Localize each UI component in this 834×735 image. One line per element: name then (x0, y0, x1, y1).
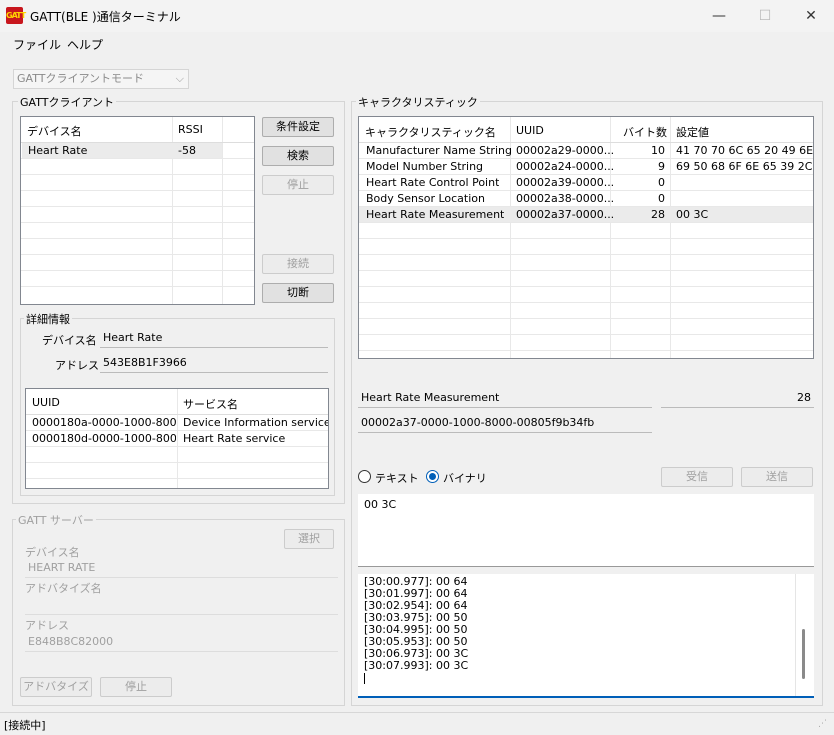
service-list[interactable]: UUID サービス名 0000180a-0000-1000-800... Dev… (25, 388, 329, 489)
server-stop-button[interactable]: 停止 (100, 677, 172, 697)
char-bytes-cell: 0 (658, 192, 665, 205)
char-uuid-cell: 00002a38-0000... (516, 192, 615, 205)
device-name-field[interactable]: Heart Rate (100, 328, 328, 348)
search-button[interactable]: 検索 (262, 146, 334, 166)
text-radio[interactable] (358, 470, 371, 483)
server-address-label: アドレス (25, 619, 69, 632)
char-bytes-cell: 28 (651, 208, 665, 221)
char-uuid-cell: 00002a37-0000... (516, 208, 615, 221)
status-bar: [接続中] ⋰ (0, 712, 834, 735)
service-uuid-cell[interactable]: 0000180a-0000-1000-800... (32, 416, 176, 429)
stop-search-button[interactable]: 停止 (262, 175, 334, 195)
address-field[interactable]: 543E8B1F3966 (100, 353, 328, 373)
char-name-cell: Manufacturer Name String (366, 144, 512, 157)
rssi-header[interactable]: RSSI (178, 123, 203, 136)
char-name-header[interactable]: キャラクタリスティック名 (365, 124, 496, 140)
send-data-text: 00 3C (364, 498, 397, 511)
char-value-cell: 41 70 70 6C 65 20 49 6E 6 (676, 144, 814, 157)
advertise-button[interactable]: アドバタイズ (20, 677, 92, 697)
log-line: [30:04.995]: 00 50 (364, 624, 468, 636)
scrollbar-track (795, 574, 796, 696)
advertise-name-field[interactable] (25, 595, 338, 615)
log-output[interactable]: [30:00.977]: 00 64 [30:01.997]: 00 64 [3… (358, 574, 814, 698)
char-bytes-cell: 0 (658, 176, 665, 189)
char-uuid-cell: 00002a29-0000... (516, 144, 615, 157)
char-name-cell: Body Sensor Location (366, 192, 485, 205)
text-radio-label[interactable]: テキスト (375, 470, 419, 486)
char-value-cell: 00 3C (676, 208, 709, 221)
char-name-cell: Model Number String (366, 160, 484, 173)
char-uuid-cell: 00002a24-0000... (516, 160, 615, 173)
uuid-header[interactable]: UUID (32, 396, 60, 409)
table-row-selected[interactable]: Heart Rate Measurement 00002a37-0000... … (359, 207, 813, 222)
address-label: アドレス (55, 359, 99, 372)
maximize-button[interactable]: ☐ (742, 0, 788, 32)
log-line: [30:01.997]: 00 64 (364, 588, 468, 600)
vertical-scrollbar[interactable] (802, 629, 805, 679)
table-row[interactable]: Heart Rate -58 (22, 143, 222, 158)
characteristic-group-label: キャラクタリスティック (356, 94, 480, 110)
title-bar: GATT GATT(BLE )通信ターミナル — ☐ ✕ (0, 0, 834, 32)
table-row[interactable]: Manufacturer Name String 00002a29-0000..… (359, 143, 814, 158)
selected-char-name-field[interactable]: Heart Rate Measurement (358, 388, 652, 408)
app-icon: GATT (6, 7, 26, 24)
log-line: [30:03.975]: 00 50 (364, 612, 468, 624)
char-value-header[interactable]: 設定値 (676, 124, 709, 140)
characteristic-list[interactable]: キャラクタリスティック名 UUID バイト数 設定値 Manufacturer … (358, 116, 814, 359)
service-name-header[interactable]: サービス名 (183, 396, 238, 412)
table-row[interactable]: Heart Rate Control Point 00002a39-0000..… (359, 175, 813, 190)
device-name-cell: Heart Rate (28, 144, 88, 157)
binary-radio[interactable] (426, 470, 439, 483)
char-bytes-cell: 10 (651, 144, 665, 157)
client-group-label: GATTクライアント (18, 94, 116, 110)
close-button[interactable]: ✕ (788, 0, 834, 32)
service-uuid-cell[interactable]: 0000180d-0000-1000-800... (32, 432, 176, 445)
send-button[interactable]: 送信 (741, 467, 813, 487)
connect-button[interactable]: 接続 (262, 254, 334, 274)
log-line: [30:07.993]: 00 3C (364, 660, 469, 672)
text-cursor (364, 673, 365, 684)
char-bytes-cell: 9 (658, 160, 665, 173)
server-group-label: GATT サーバー (16, 512, 96, 528)
char-value-cell: 69 50 68 6F 6E 65 39 2C 3 (676, 160, 814, 173)
table-row[interactable]: Body Sensor Location 00002a38-0000... 0 (359, 191, 813, 206)
server-device-name-field[interactable]: HEART RATE (25, 558, 338, 578)
device-name-label: デバイス名 (42, 334, 97, 347)
details-group-label: 詳細情報 (24, 311, 72, 327)
status-text: [接続中] (4, 719, 46, 732)
settings-button[interactable]: 条件設定 (262, 117, 334, 137)
send-data-input[interactable]: 00 3C (358, 494, 814, 567)
menu-file[interactable]: ファイル (13, 36, 61, 53)
advertise-name-label: アドバタイズ名 (25, 582, 102, 595)
menu-help[interactable]: ヘルプ (67, 36, 103, 53)
char-uuid-header[interactable]: UUID (516, 124, 544, 137)
service-name-cell[interactable]: Heart Rate service (183, 432, 285, 445)
table-row[interactable]: Model Number String 00002a24-0000... 9 6… (359, 159, 814, 174)
mode-select: GATTクライアントモード ⌵ (13, 69, 189, 89)
binary-radio-label[interactable]: バイナリ (443, 470, 487, 486)
char-bytes-header[interactable]: バイト数 (623, 124, 667, 140)
char-uuid-cell: 00002a39-0000... (516, 176, 615, 189)
window-title: GATT(BLE )通信ターミナル (30, 10, 181, 24)
rssi-cell: -58 (178, 144, 196, 157)
disconnect-button[interactable]: 切断 (262, 283, 334, 303)
service-name-cell[interactable]: Device Information service (183, 416, 328, 429)
log-line: [30:05.953]: 00 50 (364, 636, 468, 648)
minimize-button[interactable]: — (696, 0, 742, 32)
char-name-cell: Heart Rate Measurement (366, 208, 505, 221)
receive-button[interactable]: 受信 (661, 467, 733, 487)
select-button[interactable]: 選択 (284, 529, 334, 549)
log-line: [30:02.954]: 00 64 (364, 600, 468, 612)
selected-char-bytes-field[interactable]: 28 (661, 388, 814, 408)
log-line: [30:00.977]: 00 64 (364, 576, 468, 588)
device-name-header[interactable]: デバイス名 (27, 123, 82, 139)
chevron-down-icon: ⌵ (175, 72, 184, 85)
char-name-cell: Heart Rate Control Point (366, 176, 500, 189)
server-address-field[interactable]: E848B8C82000 (25, 632, 338, 652)
resize-grip-icon[interactable]: ⋰ (818, 719, 827, 729)
selected-char-uuid-field[interactable]: 00002a37-0000-1000-8000-00805f9b34fb (358, 413, 652, 433)
mode-select-value: GATTクライアントモード (17, 72, 144, 85)
log-line: [30:06.973]: 00 3C (364, 648, 469, 660)
device-list[interactable]: デバイス名 RSSI Heart Rate -58 (20, 116, 255, 305)
